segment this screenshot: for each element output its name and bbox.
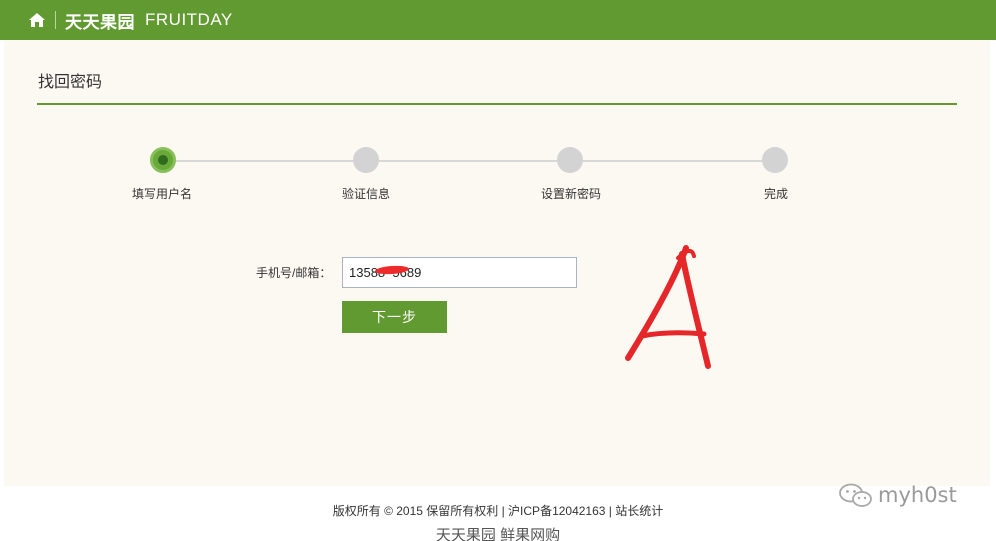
step-1-label: 填写用户名 [131,187,193,201]
title-divider [37,103,957,105]
watermark-text: myh0st [878,483,957,507]
step-4-label: 完成 [763,187,789,201]
step-3-dot [557,147,583,173]
home-icon[interactable] [28,11,46,29]
brand-name-en[interactable]: FRUITDAY [145,10,233,30]
phone-email-label: 手机号/邮箱： [256,266,332,280]
progress-track [164,160,778,162]
recover-password-panel: 找回密码 填写用户名 验证信息 设置新密码 完成 手机号/邮箱： 下一步 [4,40,990,486]
handwritten-a-annotation [625,245,711,369]
header-divider [55,11,56,29]
page-title: 找回密码 [38,74,103,91]
watermark: myh0st [838,482,957,508]
step-2-dot [353,147,379,173]
brand-name-cn[interactable]: 天天果园 [65,8,135,33]
step-2-label: 验证信息 [341,187,391,201]
top-nav-bar: 天天果园 FRUITDAY [0,0,996,40]
step-1-dot [150,147,176,173]
footer-brand: 天天果园 鲜果网购 [435,527,561,541]
wechat-icon [839,483,872,507]
next-step-button[interactable]: 下一步 [342,301,447,333]
step-4-dot [762,147,788,173]
step-3-label: 设置新密码 [540,187,602,201]
